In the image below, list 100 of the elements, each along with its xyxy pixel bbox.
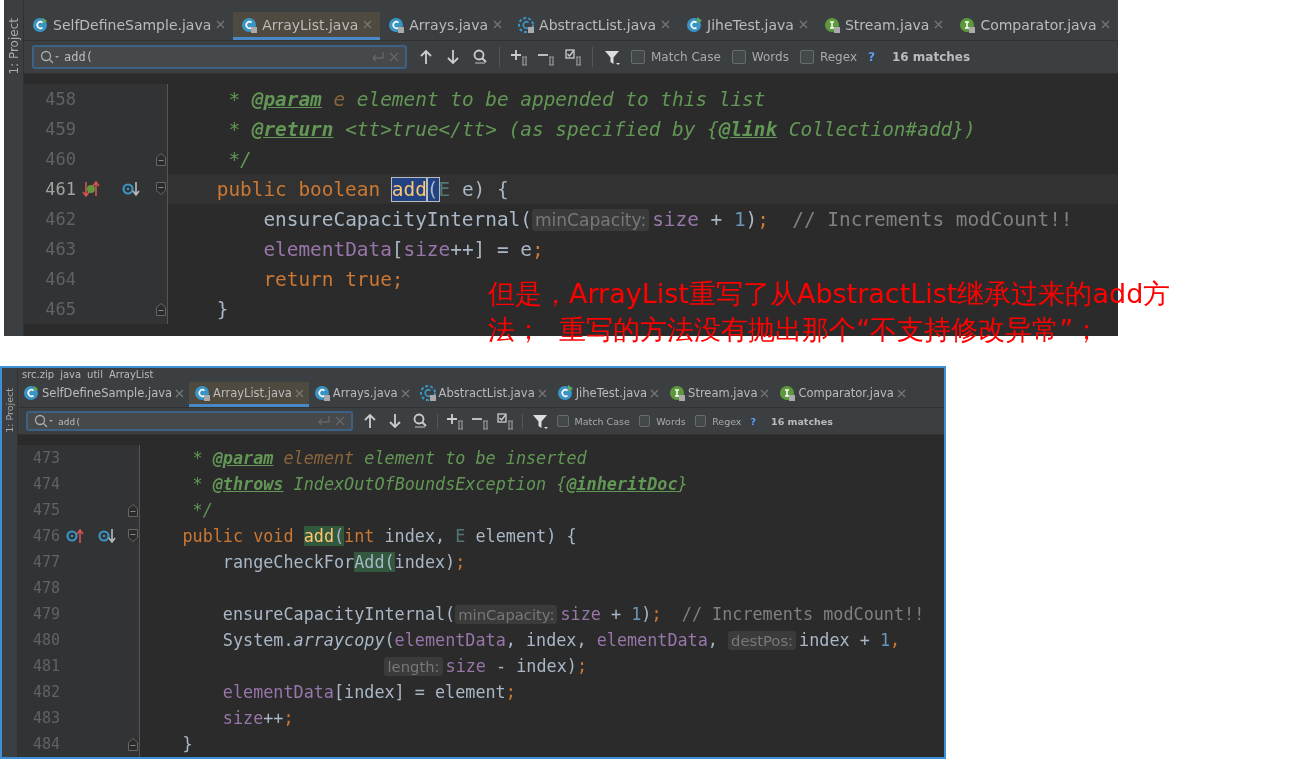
close-icon[interactable] xyxy=(650,388,660,398)
checkbox-option[interactable]: Regex xyxy=(694,415,742,427)
match-count: 16 matches xyxy=(771,415,833,427)
editor-tab[interactable]: Arrays.java xyxy=(308,381,415,408)
fold-marker-icon[interactable] xyxy=(154,151,167,167)
editor-tab[interactable]: Arrays.java xyxy=(380,12,511,40)
sidebar-tab[interactable]: 1: Project xyxy=(6,18,21,75)
breadcrumb-item[interactable]: java xyxy=(60,369,82,380)
close-icon[interactable] xyxy=(661,20,671,29)
up-arrow-icon[interactable] xyxy=(362,412,378,430)
code-line: * @param e element to be appended to this list xyxy=(227,87,766,111)
code-line: rangeCheckForAdd(index); xyxy=(221,552,466,572)
interface-icon xyxy=(823,16,840,33)
class-icon xyxy=(194,385,211,402)
select-all-occurrences-icon[interactable] xyxy=(497,412,513,430)
close-icon[interactable] xyxy=(175,388,185,398)
editor-tab[interactable]: Comparator.java xyxy=(951,12,1118,40)
breadcrumb-item[interactable]: ArrayList xyxy=(108,369,154,380)
editor-tab[interactable]: Stream.java xyxy=(815,12,952,40)
overridden-arrow-icon[interactable] xyxy=(98,527,116,545)
help-link[interactable]: ? xyxy=(750,415,756,427)
class-icon xyxy=(313,385,330,402)
class-icon xyxy=(241,16,258,33)
class-icon xyxy=(686,16,703,33)
close-icon[interactable] xyxy=(400,388,410,398)
breadcrumb-item[interactable]: util xyxy=(87,369,103,380)
code-line: elementData[size++] = e; xyxy=(262,237,544,261)
code-line: System.arraycopy(elementData, index, elementData, destPos: index + 1, xyxy=(221,630,901,650)
find-magnifier-icon[interactable] xyxy=(412,412,428,430)
overridden-arrow-icon[interactable] xyxy=(122,180,140,198)
override-arrow-icon[interactable] xyxy=(66,527,84,545)
fold-marker-icon[interactable] xyxy=(126,736,139,752)
clear-icon[interactable] xyxy=(389,52,399,62)
close-icon[interactable] xyxy=(1101,20,1111,29)
code-line: length: size - index); xyxy=(142,656,587,676)
abstract-class-icon xyxy=(518,16,535,33)
checkbox-option[interactable]: Words xyxy=(638,415,686,427)
code-line: */ xyxy=(227,147,252,171)
down-arrow-icon[interactable] xyxy=(387,412,403,430)
clear-icon[interactable] xyxy=(335,416,345,427)
editor-tab[interactable]: Comparator.java xyxy=(774,381,911,408)
fold-marker-icon[interactable] xyxy=(154,181,167,197)
find-magnifier-icon[interactable] xyxy=(472,48,488,66)
code-line: return true; xyxy=(262,267,404,291)
code-line: } xyxy=(181,734,193,754)
checkbox-option[interactable]: Words xyxy=(731,50,789,64)
close-icon[interactable] xyxy=(896,388,906,398)
close-icon[interactable] xyxy=(493,20,503,29)
add-occurrence-icon[interactable] xyxy=(447,412,463,430)
editor-tab[interactable]: AbstractList.java xyxy=(510,12,679,40)
editor-tab[interactable]: ArrayList.java xyxy=(189,381,309,408)
editor-tab[interactable]: JiheTest.java xyxy=(551,381,665,408)
filter-icon[interactable] xyxy=(532,412,548,430)
code-line: ensureCapacityInternal( minCapacity: size + 1); // Increments modCount!! xyxy=(221,604,925,624)
interface-icon xyxy=(669,385,686,402)
fold-marker-icon[interactable] xyxy=(154,301,167,317)
close-icon[interactable] xyxy=(537,388,547,398)
override-arrows-icon[interactable] xyxy=(82,180,100,198)
code-line: public boolean add(E e) { xyxy=(215,177,509,201)
editor-tab[interactable]: AbstractList.java xyxy=(414,381,552,408)
class-icon xyxy=(556,385,573,402)
editor-tab[interactable]: SelfDefineSample.java xyxy=(24,12,234,40)
close-icon[interactable] xyxy=(363,20,373,29)
code-line: * @param element element to be inserted xyxy=(191,448,587,468)
editor-tab[interactable]: SelfDefineSample.java xyxy=(18,381,190,408)
close-icon[interactable] xyxy=(798,20,808,29)
search-field[interactable]: add( xyxy=(26,411,353,432)
search-icon xyxy=(34,414,54,429)
editor-tab[interactable]: ArrayList.java xyxy=(233,12,381,40)
search-field[interactable]: add( xyxy=(32,45,407,69)
checkbox-option[interactable]: Match Case xyxy=(631,50,721,64)
enter-arrow-icon xyxy=(371,51,385,63)
editor-tab[interactable]: Stream.java xyxy=(664,381,775,408)
class-icon xyxy=(388,16,405,33)
match-count: 16 matches xyxy=(891,50,971,64)
filter-icon[interactable] xyxy=(604,48,620,66)
class-icon xyxy=(32,16,48,33)
down-arrow-icon[interactable] xyxy=(445,48,461,66)
abstract-class-icon xyxy=(419,385,436,402)
up-arrow-icon[interactable] xyxy=(418,48,434,66)
checkbox-option[interactable]: Regex xyxy=(799,50,857,64)
select-all-occurrences-icon[interactable] xyxy=(565,48,581,66)
interface-icon xyxy=(959,16,976,33)
editor-tab[interactable]: JiheTest.java xyxy=(678,12,816,40)
code-line: */ xyxy=(191,500,213,520)
code-line: public void add(int index, E element) { xyxy=(181,526,577,546)
close-icon[interactable] xyxy=(760,388,770,398)
close-icon[interactable] xyxy=(216,20,226,29)
breadcrumb-item[interactable]: src.zip xyxy=(22,369,55,380)
checkbox-option[interactable]: Match Case xyxy=(557,415,630,427)
fold-marker-icon[interactable] xyxy=(126,502,139,518)
line-number: 461 xyxy=(44,179,76,199)
help-link[interactable]: ? xyxy=(868,50,875,64)
close-icon[interactable] xyxy=(294,388,304,398)
fold-marker-icon[interactable] xyxy=(126,528,139,544)
sidebar-tab[interactable]: 1: Project xyxy=(4,388,15,433)
add-occurrence-icon[interactable] xyxy=(511,48,527,66)
code-line: size++; xyxy=(221,708,294,728)
close-icon[interactable] xyxy=(934,20,944,29)
search-icon xyxy=(40,50,60,64)
